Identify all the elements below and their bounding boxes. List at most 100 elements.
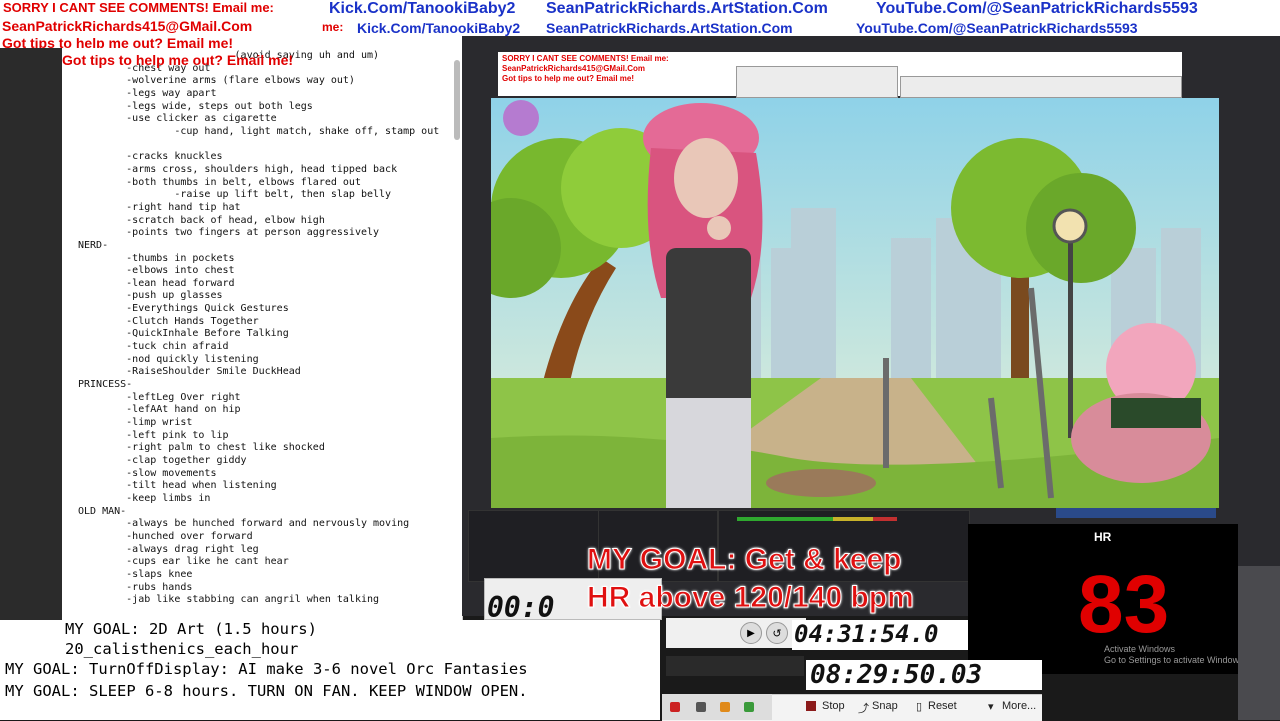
nested-preview-window-2 [900,76,1182,98]
notes-line: -cup hand, light match, shake off, stamp… [78,125,440,137]
banner-me-text: me: [322,20,344,34]
notes-line: -right hand tip hat [78,201,241,213]
notes-line: -raise up lift belt, then slap belly [78,189,392,201]
goal-sleep: MY GOAL: SLEEP 6-8 hours. TURN ON FAN. K… [5,682,528,700]
hr-goal-line-1: MY GOAL: Get & keep [587,543,903,577]
notes-line: PRINCESS- [78,379,133,391]
notes-line: -thumbs in pockets [78,252,235,264]
notes-line: -Clutch Hands Together [78,315,259,327]
stream-scene [491,98,1219,508]
notes-line: -legs way apart [78,87,217,99]
notes-line: -leftLeg Over right [78,391,241,403]
notes-scrollbar[interactable] [454,60,460,140]
notes-line: -elbows into chest [78,265,235,277]
taskbar-icons [662,694,772,720]
notes-line: OLD MAN- [78,505,127,517]
elapsed-timer-box: 04:31:54.0 [792,620,968,650]
notes-line: -nod quickly listening [78,353,259,365]
webcam-feed [1238,566,1280,720]
app-icon-3[interactable] [720,702,730,712]
preview-sorry-text: SORRY I CANT SEE COMMENTS! Email me: [502,54,669,63]
notes-line: -slaps knee [78,568,193,580]
notes-line: -hunched over forward [78,530,253,542]
reset-icon[interactable]: ↺ [766,622,788,644]
notes-line: -Everythings Quick Gestures [78,303,289,315]
obs-scenes-panel[interactable] [468,510,600,582]
banner-tips-text-2: Got tips to help me out? Email me! [62,52,294,68]
banner-artstation-link-2[interactable]: SeanPatrickRichards.ArtStation.Com [546,20,793,36]
notes-line: -keep limbs in [78,492,211,504]
stop-icon [806,701,816,711]
notes-line: -tuck chin afraid [78,341,229,353]
notes-text: (avoid saying uh and um) -chest way out … [78,50,439,607]
notes-line: -cracks knuckles [78,151,223,163]
notes-line: -lean head forward [78,277,235,289]
activate-windows-title: Activate Windows [1104,644,1176,654]
reset-file-icon: ▯ [916,701,923,713]
app-icon-4[interactable] [744,702,754,712]
notes-line: -arms cross, shoulders high, head tipped… [78,163,398,175]
notes-line: -limp wrist [78,417,193,429]
reset-button[interactable]: Reset [928,700,957,712]
elapsed-time: 04:31:54.0 [794,620,939,648]
banner-kick-link[interactable]: Kick.Com/TanookiBaby2 [329,0,515,18]
play-icon[interactable]: ▶ [740,622,762,644]
snap-icon: ⤴ [858,703,869,715]
audio-meter [737,517,897,521]
banner-youtube-link[interactable]: YouTube.Com/@SeanPatrickRichards5593 [876,0,1198,18]
notes-line: -always drag right leg [78,543,259,555]
nested-preview-window [736,66,898,98]
left-app-strip [0,48,62,620]
banner-youtube-link-2[interactable]: YouTube.Com/@SeanPatrickRichards5593 [856,20,1138,36]
notes-line: -use clicker as cigarette [78,113,277,125]
goals-panel: MY GOAL: 2D Art (1.5 hours) 20_calisthen… [0,620,660,720]
goal-calisthenics: 20_calisthenics_each_hour [65,640,299,658]
stopwatch-time: 00:0 [487,591,555,624]
notes-line: -rubs hands [78,581,193,593]
notes-line: -scratch back of head, elbow high [78,214,325,226]
notes-line: -tilt head when listening [78,480,277,492]
notes-line: -left pink to lip [78,429,229,441]
clock-box: 08:29:50.03 [806,660,1042,690]
notes-line: -cups ear like he cant hear [78,556,289,568]
notes-document[interactable]: (avoid saying uh and um) -chest way out … [62,48,463,620]
notes-line: -jab like stabbing can angril when talki… [78,594,380,606]
preview-email-text: SeanPatrickRichards415@GMail.Com [502,64,645,73]
notes-line: -always be hunched forward and nervously… [78,518,410,530]
notes-line [78,139,439,152]
notes-line: -RaiseShoulder Smile DuckHead [78,366,301,378]
taskbar-strip [666,656,804,676]
clock-time: 08:29:50.03 [810,660,983,690]
snap-button[interactable]: Snap [872,700,898,712]
app-icon-2[interactable] [696,702,706,712]
preview-tips-text: Got tips to help me out? Email me! [502,74,635,83]
notes-line: -legs wide, steps out both legs [78,100,313,112]
notes-line: NERD- [78,239,109,251]
notes-line: -wolverine arms (flare elbows way out) [78,75,355,87]
goal-orc-fantasies: MY GOAL: TurnOffDisplay: AI make 3-6 nov… [5,660,528,678]
hr-value: 83 [1078,559,1170,650]
more-chevron-icon: ▾ [988,701,994,713]
banner-sorry-text: SORRY I CANT SEE COMMENTS! Email me: [3,0,274,15]
heart-rate-monitor: HR 83 Activate Windows Go to Settings to… [968,524,1246,674]
obs-stop-recording-button[interactable] [1056,508,1216,518]
stopwatch-controls: ▶ ↺ [666,618,806,648]
banner-artstation-link[interactable]: SeanPatrickRichards.ArtStation.Com [546,0,828,18]
notes-line: -both thumbs in belt, elbows flared out [78,176,361,188]
notes-line: -right palm to chest like shocked [78,442,325,454]
goal-2d-art: MY GOAL: 2D Art (1.5 hours) [65,620,317,638]
notes-line: -push up glasses [78,290,223,302]
more-button[interactable]: More... [1002,700,1036,712]
banner-kick-link-2[interactable]: Kick.Com/TanookiBaby2 [357,20,520,36]
obs-menu-bar[interactable] [470,38,1210,50]
notes-line: -lefAAt hand on hip [78,404,241,416]
activate-windows-watermark: Activate Windows Go to Settings to activ… [1104,644,1246,666]
activate-windows-subtitle: Go to Settings to activate Windows. [1104,655,1247,665]
notes-line: -clap together giddy [78,455,247,466]
banner-email-text: SeanPatrickRichards415@GMail.Com [2,18,253,34]
app-icon-1[interactable] [670,702,680,712]
notes-line: -slow movements [78,467,217,479]
notes-line: -QuickInhale Before Talking [78,328,289,340]
hr-goal-line-2: HR above 120/140 bpm [587,581,915,615]
stop-button[interactable]: Stop [822,700,845,712]
